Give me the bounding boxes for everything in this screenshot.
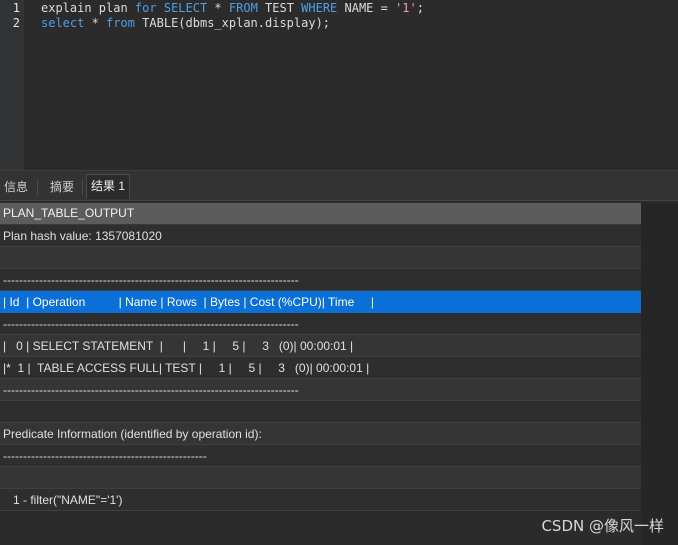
sql-keyword: SELECT: [163, 1, 208, 15]
sql-token: *: [207, 1, 229, 15]
tab-summary[interactable]: 摘要: [46, 176, 78, 198]
app-window: 1 explain plan for SELECT * FROM TEST WHE…: [0, 0, 678, 545]
code-text[interactable]: explain plan for SELECT * FROM TEST WHER…: [41, 0, 424, 16]
line-number: 2: [12, 16, 20, 30]
table-row[interactable]: 1 - filter("NAME"='1'): [0, 489, 641, 511]
sql-keyword: for: [134, 1, 157, 15]
code-line[interactable]: 1 explain plan for SELECT * FROM TEST WHE…: [0, 0, 678, 16]
sql-string: '1': [395, 1, 417, 15]
table-row[interactable]: | Id | Operation | Name | Rows | Bytes |…: [0, 291, 641, 313]
code-text[interactable]: select * from TABLE(dbms_xplan.display);: [41, 15, 330, 31]
tab-separator: [37, 179, 38, 195]
line-number: 1: [12, 1, 20, 15]
sql-token: explain plan: [41, 1, 135, 15]
result-grid[interactable]: PLAN_TABLE_OUTPUT Plan hash value: 13570…: [0, 203, 641, 511]
table-row[interactable]: [0, 401, 641, 423]
sql-keyword: WHERE: [301, 1, 338, 15]
watermark-text: CSDN @像风一样: [541, 517, 664, 535]
tab-result-1[interactable]: 结果 1: [86, 174, 131, 199]
sql-token: TABLE(dbms_xplan.display);: [134, 16, 331, 30]
table-row[interactable]: Plan hash value: 1357081020: [0, 225, 641, 247]
tab-separator: [82, 179, 83, 195]
table-row[interactable]: ----------------------------------------…: [0, 313, 641, 335]
sql-keyword: select: [41, 16, 85, 30]
sql-token: *: [84, 16, 107, 30]
grid-rows: Plan hash value: 1357081020 -------------…: [0, 225, 641, 511]
sql-editor[interactable]: 1 explain plan for SELECT * FROM TEST WHE…: [0, 0, 678, 170]
tab-info[interactable]: 信息: [0, 176, 32, 198]
sql-keyword: from: [106, 16, 135, 30]
table-row[interactable]: |* 1 | TABLE ACCESS FULL| TEST | 1 | 5 |…: [0, 357, 641, 379]
table-row[interactable]: ----------------------------------------…: [0, 445, 641, 467]
grid-empty-area: [641, 203, 678, 545]
table-row[interactable]: ----------------------------------------…: [0, 269, 641, 291]
table-row[interactable]: [0, 247, 641, 269]
table-row[interactable]: ----------------------------------------…: [0, 379, 641, 401]
table-row[interactable]: Predicate Information (identified by ope…: [0, 423, 641, 445]
column-header-plan-table-output[interactable]: PLAN_TABLE_OUTPUT: [0, 203, 641, 225]
table-row[interactable]: | 0 | SELECT STATEMENT | | 1 | 5 | 3 (0)…: [0, 335, 641, 357]
sql-keyword: FROM: [228, 1, 258, 15]
sql-token: NAME =: [337, 1, 396, 15]
table-row[interactable]: [0, 467, 641, 489]
result-tabs-bar: 信息 摘要 结果 1: [0, 170, 678, 201]
code-line[interactable]: 2 select * from TABLE(dbms_xplan.display)…: [0, 15, 678, 31]
sql-token: TEST: [257, 1, 302, 15]
sql-token: ;: [416, 1, 424, 15]
